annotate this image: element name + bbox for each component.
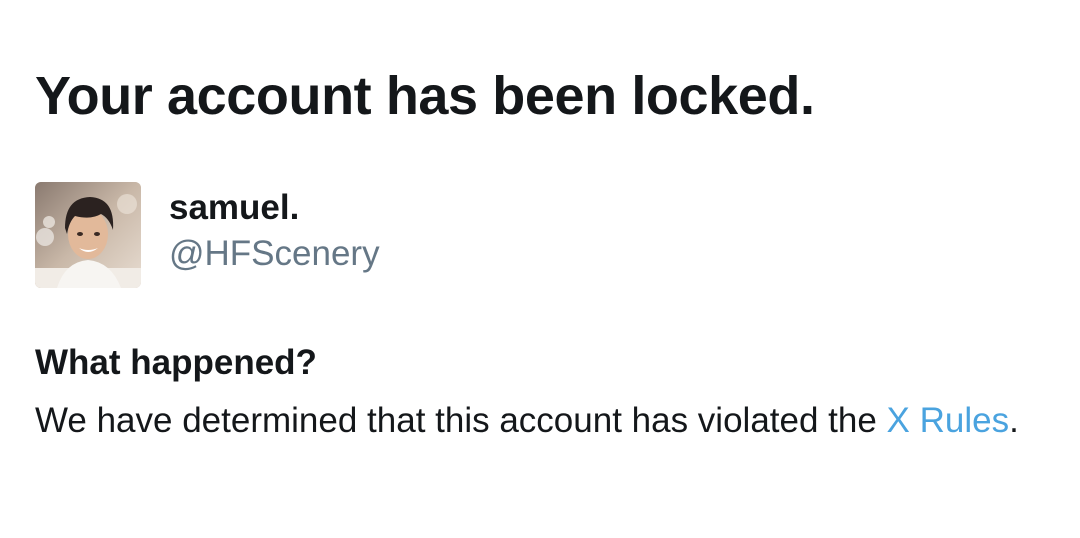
page-title: Your account has been locked. [35, 66, 815, 126]
avatar-photo [35, 182, 141, 288]
section-heading: What happened? [35, 343, 317, 382]
x-rules-link[interactable]: X Rules [887, 401, 1010, 440]
display-name: samuel. [169, 188, 300, 227]
avatar [35, 182, 141, 288]
account-handle: @HFScenery [169, 234, 380, 273]
section-body: We have determined that this account has… [35, 396, 1025, 446]
section-body-suffix: . [1009, 401, 1019, 440]
section-body-text: We have determined that this account has… [35, 401, 887, 440]
